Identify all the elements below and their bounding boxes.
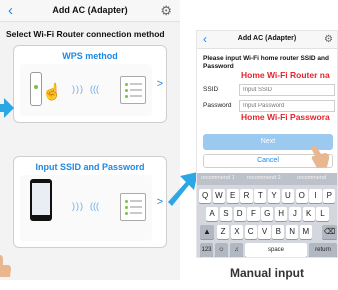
up-arrow-icon: ▲ [203, 227, 211, 236]
router-icon [30, 72, 42, 106]
instructions-text: Please input Wi-Fi home router SSID and … [203, 55, 329, 70]
key-d[interactable]: D [233, 207, 246, 221]
ssid-illustration: ))) ((( [20, 175, 152, 241]
key-p[interactable]: P [323, 189, 336, 203]
gear-icon[interactable]: ⚙ [160, 3, 172, 18]
password-annotation: Home Wi-Fi Passwora [241, 112, 330, 122]
key-f[interactable]: F [247, 207, 260, 221]
key-b[interactable]: B [272, 225, 285, 239]
method-selection-screen: ‹ Add AC (Adapter) ⚙ Select Wi-Fi Router… [0, 0, 180, 280]
emoji-icon: ☺ [218, 247, 225, 253]
key-w[interactable]: W [212, 189, 225, 203]
ssid-label: SSID [203, 86, 219, 93]
key-n[interactable]: N [286, 225, 299, 239]
gear-icon[interactable]: ⚙ [324, 33, 333, 46]
key-u[interactable]: U [281, 189, 294, 203]
backspace-icon: ⌫ [323, 227, 336, 236]
password-input[interactable] [239, 100, 335, 112]
back-arrow-icon[interactable]: ‹ [203, 32, 207, 47]
microphone-key[interactable]: ♫ [230, 243, 243, 257]
key-i[interactable]: I [309, 189, 322, 203]
suggestion-item[interactable]: recommend [297, 175, 326, 181]
pointing-hand-icon [0, 255, 11, 277]
adapter-icon [120, 193, 146, 221]
key-g[interactable]: G [261, 207, 274, 221]
key-y[interactable]: Y [268, 189, 281, 203]
router-name-annotation: Home Wi-Fi Router na [241, 70, 330, 80]
signal-waves-icon: ))) [72, 84, 84, 94]
manual-input-screen: ‹ Add AC (Adapter) ⚙ Please input Wi-Fi … [196, 30, 338, 258]
key-o[interactable]: O [295, 189, 308, 203]
blue-arrow-icon [168, 172, 198, 206]
ssid-input[interactable] [239, 84, 335, 96]
key-m[interactable]: M [299, 225, 312, 239]
nav-bar: ‹ Add AC (Adapter) ⚙ [197, 31, 337, 49]
signal-waves-icon: ((( [90, 84, 99, 94]
key-z[interactable]: Z [217, 225, 230, 239]
wps-illustration: ☝ ))) ((( [20, 64, 152, 116]
keyboard-suggestion-bar: recommend 1 recommend 2 recommend [197, 173, 337, 185]
input-ssid-label: Input SSID and Password [35, 162, 145, 172]
password-label: Password [203, 102, 232, 109]
input-ssid-card[interactable]: Input SSID and Password ))) ((( > [13, 156, 167, 248]
chevron-right-icon: > [156, 196, 163, 208]
backspace-key[interactable]: ⌫ [322, 225, 337, 239]
adapter-icon [120, 76, 146, 104]
return-key[interactable]: return [309, 243, 337, 257]
key-l[interactable]: L [316, 207, 329, 221]
screen-title: Add AC (Adapter) [237, 35, 297, 42]
screen-subtitle: Select Wi-Fi Router connection method [6, 29, 165, 39]
key-k[interactable]: K [302, 207, 315, 221]
shift-key[interactable]: ▲ [200, 225, 214, 239]
nav-bar: ‹ Add AC (Adapter) ⚙ [0, 0, 180, 22]
chevron-right-icon: > [156, 78, 163, 90]
emoji-key[interactable]: ☺ [215, 243, 228, 257]
microphone-icon: ♫ [234, 247, 239, 253]
wps-method-card[interactable]: WPS method ☝ ))) ((( > [13, 45, 167, 123]
key-r[interactable]: R [240, 189, 253, 203]
signal-waves-icon: ((( [90, 201, 99, 211]
suggestion-item[interactable]: recommend 1 [201, 175, 235, 181]
pointing-hand-icon [311, 145, 330, 168]
key-t[interactable]: T [254, 189, 267, 203]
caption: Manual input [230, 266, 304, 280]
screen-title: Add AC (Adapter) [52, 5, 128, 15]
key-s[interactable]: S [219, 207, 232, 221]
pointing-hand-icon: ☝ [42, 84, 62, 101]
key-c[interactable]: C [244, 225, 257, 239]
space-key[interactable]: space [245, 243, 307, 257]
key-j[interactable]: J [288, 207, 301, 221]
numbers-key[interactable]: 123 [200, 243, 213, 257]
wps-method-label: WPS method [62, 51, 118, 61]
key-e[interactable]: E [226, 189, 239, 203]
smartphone-icon [30, 179, 52, 221]
key-q[interactable]: Q [199, 189, 212, 203]
suggestion-item[interactable]: recommend 2 [247, 175, 281, 181]
signal-waves-icon: ))) [72, 201, 84, 211]
key-a[interactable]: A [206, 207, 219, 221]
key-v[interactable]: V [258, 225, 271, 239]
blue-arrow-icon [0, 98, 14, 118]
on-screen-keyboard: recommend 1 recommend 2 recommend QWERTY… [197, 173, 337, 257]
key-h[interactable]: H [275, 207, 288, 221]
back-arrow-icon[interactable]: ‹ [8, 2, 13, 19]
key-x[interactable]: X [230, 225, 243, 239]
